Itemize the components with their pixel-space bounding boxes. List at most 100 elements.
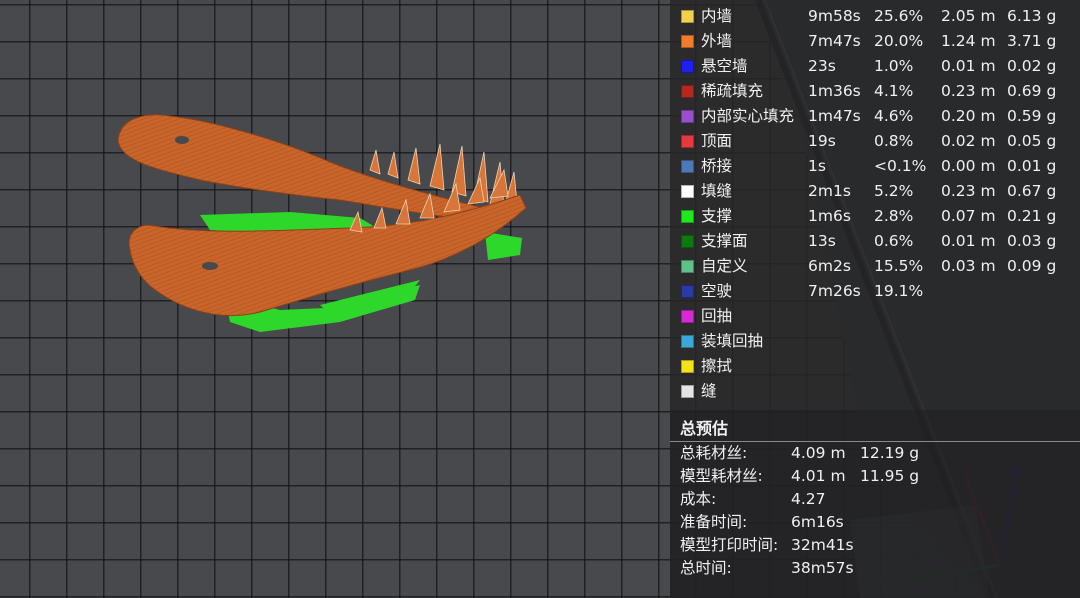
legend-label: 回抽 [701, 307, 733, 325]
legend-row: 内墙 9m58s 25.6% 2.05 m 6.13 g [670, 4, 1080, 29]
legend-weight: 6.13 g [1007, 7, 1057, 25]
summary-row: 模型耗材丝: 4.01 m 11.95 g [670, 465, 1080, 488]
legend-percent: 15.5% [874, 257, 924, 275]
legend-row: 内部实心填充 1m47s 4.6% 0.20 m 0.59 g [670, 104, 1080, 129]
legend-label: 填缝 [701, 182, 733, 200]
legend-percent: 5.2% [874, 182, 914, 200]
legend-label: 支撑面 [701, 232, 748, 250]
legend-percent: 0.6% [874, 232, 914, 250]
summary-value: 38m57s [791, 559, 854, 577]
legend-row: 支撑面 13s 0.6% 0.01 m 0.03 g [670, 229, 1080, 254]
legend-label: 稀疏填充 [701, 82, 764, 100]
legend-weight: 0.69 g [1007, 82, 1057, 100]
legend-percent: 25.6% [874, 7, 924, 25]
legend-label: 悬空墙 [701, 57, 748, 75]
legend-length: 0.01 m [941, 232, 996, 250]
legend-label: 内部实心填充 [701, 107, 795, 125]
legend-percent: 19.1% [874, 282, 924, 300]
legend-label: 桥接 [701, 157, 733, 175]
color-swatch [681, 285, 694, 298]
summary-value-2: 11.95 g [860, 467, 920, 485]
legend-label: 内墙 [701, 7, 733, 25]
legend-time: 1m6s [808, 207, 851, 225]
summary-label: 总时间: [680, 559, 732, 577]
summary-value: 6m16s [791, 513, 844, 531]
summary-label: 成本: [680, 490, 717, 508]
legend-length: 0.20 m [941, 107, 996, 125]
color-swatch [681, 10, 694, 23]
summary-row: 成本: 4.27 [670, 488, 1080, 511]
legend-row: 空驶 7m26s 19.1% [670, 279, 1080, 304]
summary-row: 总耗材丝: 4.09 m 12.19 g [670, 442, 1080, 465]
legend-row: 自定义 6m2s 15.5% 0.03 m 0.09 g [670, 254, 1080, 279]
legend-length: 0.03 m [941, 257, 996, 275]
legend-time: 9m58s [808, 7, 861, 25]
summary-row: 准备时间: 6m16s [670, 511, 1080, 534]
summary-value: 32m41s [791, 536, 854, 554]
dinosaur-jaw-model[interactable] [90, 100, 550, 360]
legend-length: 0.23 m [941, 182, 996, 200]
color-swatch [681, 385, 694, 398]
summary-label: 模型打印时间: [680, 536, 779, 554]
color-swatch [681, 335, 694, 348]
legend-label: 顶面 [701, 132, 733, 150]
legend-row: 悬空墙 23s 1.0% 0.01 m 0.02 g [670, 54, 1080, 79]
summary-label: 准备时间: [680, 513, 748, 531]
color-swatch [681, 310, 694, 323]
legend-percent: 4.6% [874, 107, 914, 125]
legend-percent: 1.0% [874, 57, 914, 75]
legend-weight: 0.59 g [1007, 107, 1057, 125]
legend-percent: <0.1% [874, 157, 927, 175]
legend-row: 缝 [670, 379, 1080, 404]
legend-percent: 20.0% [874, 32, 924, 50]
legend-row: 支撑 1m6s 2.8% 0.07 m 0.21 g [670, 204, 1080, 229]
legend-row: 外墙 7m47s 20.0% 1.24 m 3.71 g [670, 29, 1080, 54]
summary-title: 总预估 [680, 419, 729, 438]
legend-weight: 0.67 g [1007, 182, 1057, 200]
legend-time: 2m1s [808, 182, 851, 200]
legend-percent: 4.1% [874, 82, 914, 100]
legend-label: 空驶 [701, 282, 733, 300]
color-swatch [681, 360, 694, 373]
legend-label: 缝 [701, 382, 717, 400]
legend-length: 2.05 m [941, 7, 996, 25]
legend-weight: 0.05 g [1007, 132, 1057, 150]
legend-length: 0.00 m [941, 157, 996, 175]
legend-weight: 3.71 g [1007, 32, 1057, 50]
legend-row: 顶面 19s 0.8% 0.02 m 0.05 g [670, 129, 1080, 154]
legend-time: 1s [808, 157, 826, 175]
color-swatch [681, 85, 694, 98]
lower-jaw [128, 194, 527, 317]
color-swatch [681, 235, 694, 248]
legend-time: 7m47s [808, 32, 861, 50]
legend-row: 回抽 [670, 304, 1080, 329]
color-swatch [681, 110, 694, 123]
summary-value: 4.27 [791, 490, 826, 508]
legend-length: 0.01 m [941, 57, 996, 75]
legend-time: 1m36s [808, 82, 861, 100]
color-swatch [681, 185, 694, 198]
summary-row: 总时间: 38m57s [670, 557, 1080, 580]
color-swatch [681, 210, 694, 223]
color-swatch [681, 35, 694, 48]
summary-label: 模型耗材丝: [680, 467, 763, 485]
legend-time: 7m26s [808, 282, 861, 300]
summary-value: 4.09 m [791, 444, 846, 462]
legend-row: 桥接 1s <0.1% 0.00 m 0.01 g [670, 154, 1080, 179]
estimate-summary: 总预估 总耗材丝: 4.09 m 12.19 g 模型耗材丝: 4.01 m 11.95 … [670, 410, 1080, 598]
legend-weight: 0.01 g [1007, 157, 1057, 175]
summary-value: 4.01 m [791, 467, 846, 485]
legend-row: 稀疏填充 1m36s 4.1% 0.23 m 0.69 g [670, 79, 1080, 104]
legend-weight: 0.02 g [1007, 57, 1057, 75]
legend-time: 13s [808, 232, 836, 250]
color-swatch [681, 260, 694, 273]
legend-row: 装填回抽 [670, 329, 1080, 354]
color-swatch [681, 160, 694, 173]
color-swatch [681, 135, 694, 148]
legend-weight: 0.09 g [1007, 257, 1057, 275]
summary-value-2: 12.19 g [860, 444, 920, 462]
legend-time: 23s [808, 57, 836, 75]
legend-label: 支撑 [701, 207, 733, 225]
line-type-legend: 内墙 9m58s 25.6% 2.05 m 6.13 g 外墙 7m47s 20.0% 1.24… [670, 0, 1080, 410]
legend-row: 擦拭 [670, 354, 1080, 379]
